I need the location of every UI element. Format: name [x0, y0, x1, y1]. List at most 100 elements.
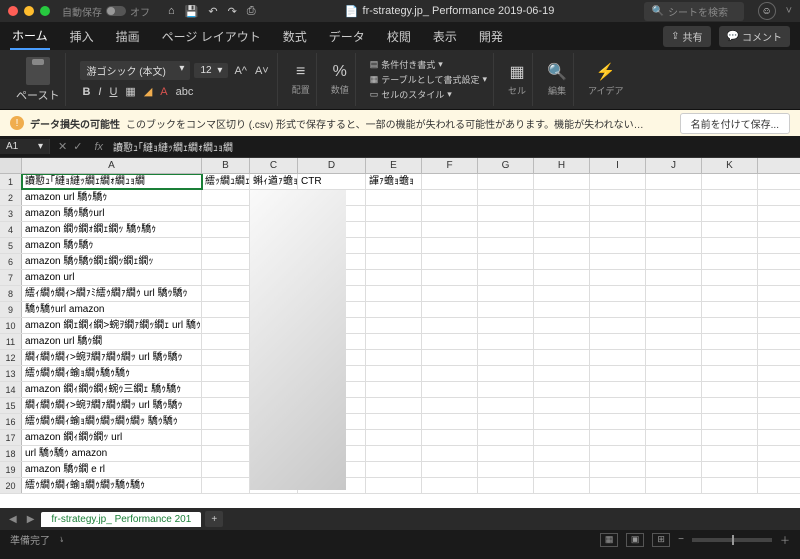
cell[interactable] [202, 382, 250, 397]
cell[interactable]: 繝ｨ繝ｩ繝ｨ>蜿ｦ繝ｧ繝ｩ繝ｯ url 驕ｩ驕ｩ [22, 350, 202, 365]
row-header[interactable]: 18 [0, 446, 22, 461]
undo-icon[interactable]: ↶ [208, 5, 217, 18]
cell[interactable] [250, 222, 298, 237]
tab-review[interactable]: 校閲 [385, 24, 413, 49]
cell[interactable] [366, 414, 422, 429]
table-row[interactable]: 5amazon 驕ｩ驕ｩ [0, 238, 800, 254]
cell-styles-button[interactable]: ▭セルのスタイル▾ [370, 88, 487, 101]
cell[interactable]: amazon 驕ｩ驕ｩ [22, 238, 202, 253]
cell[interactable] [202, 478, 250, 493]
cell[interactable] [250, 478, 298, 493]
cell[interactable] [366, 446, 422, 461]
cell[interactable] [202, 302, 250, 317]
table-row[interactable]: 18url 驕ｩ驕ｩ amazon [0, 446, 800, 462]
cell[interactable]: amazon 繝ｨ繝ｩ繝ｨ蜿ｩ三繝ｪ 驕ｩ驕ｩ [22, 382, 202, 397]
home-icon[interactable]: ⌂ [168, 5, 175, 18]
row-header[interactable]: 4 [0, 222, 22, 237]
cell[interactable] [250, 270, 298, 285]
row-header[interactable]: 17 [0, 430, 22, 445]
row-header[interactable]: 16 [0, 414, 22, 429]
cell[interactable] [202, 398, 250, 413]
cell[interactable] [202, 334, 250, 349]
table-row[interactable]: 2amazon url 驕ｩ驕ｩ [0, 190, 800, 206]
cell[interactable]: CTR [298, 174, 366, 189]
cell[interactable] [298, 254, 366, 269]
row-header[interactable]: 3 [0, 206, 22, 221]
cell[interactable] [250, 382, 298, 397]
col-header[interactable]: E [366, 158, 422, 173]
cell[interactable] [250, 318, 298, 333]
row-header[interactable]: 13 [0, 366, 22, 381]
cell[interactable] [366, 222, 422, 237]
cell[interactable]: 繧ｩ繝ｩ繝ｨ蝓ｮ繝ｩ驕ｩ驕ｩ [22, 366, 202, 381]
table-row[interactable]: 4amazon 繝ｩ繝ｫ繝ｪ繝ｯ 驕ｩ驕ｩ [0, 222, 800, 238]
cell[interactable] [298, 430, 366, 445]
cell[interactable] [250, 254, 298, 269]
formula-input[interactable]: 讀懃ｭ｢縺ｮ縺ｯ繝ｪ繝ｫ繝ｭｮ繝 [107, 137, 800, 156]
table-row[interactable]: 6amazon 驕ｩ驕ｩ繝ｪ繝ｯ繝ｪ繝ｯ [0, 254, 800, 270]
cell[interactable]: amazon url [22, 270, 202, 285]
cell[interactable] [366, 302, 422, 317]
row-header[interactable]: 11 [0, 334, 22, 349]
page-layout-button[interactable]: ▣ [626, 533, 644, 547]
cell[interactable]: amazon 繝ｨ繝ｩ繝ｯ url [22, 430, 202, 445]
fill-color-button[interactable]: ◢ [142, 85, 154, 98]
italic-button[interactable]: I [96, 86, 103, 98]
save-as-button[interactable]: 名前を付けて保存... [680, 113, 790, 134]
cell[interactable] [250, 286, 298, 301]
cell[interactable] [202, 366, 250, 381]
cell[interactable] [250, 414, 298, 429]
bold-button[interactable]: B [80, 86, 92, 98]
table-row[interactable]: 13繧ｩ繝ｩ繝ｨ蝓ｮ繝ｩ驕ｩ驕ｩ [0, 366, 800, 382]
search-input[interactable]: 🔍 シートを検索 [644, 2, 744, 21]
cell[interactable]: amazon 驕ｩ驕ｩ繝ｪ繝ｯ繝ｪ繝ｯ [22, 254, 202, 269]
cell[interactable] [366, 382, 422, 397]
table-row[interactable]: 11amazon url 驕ｩ繝 [0, 334, 800, 350]
cell[interactable]: amazon 驕ｩ驕ｩurl [22, 206, 202, 221]
cell[interactable]: 繝ｨ繝ｩ繝ｨ>蜿ｦ繝ｧ繝ｩ繝ｯ url 驕ｩ驕ｩ [22, 398, 202, 413]
redo-icon[interactable]: ↷ [228, 5, 237, 18]
font-select[interactable]: 游ゴシック (本文)▾ [80, 61, 190, 80]
cell[interactable]: 諢ｧ蟾ｮ蟾ｮ [366, 174, 422, 189]
col-header[interactable]: H [534, 158, 590, 173]
share-button[interactable]: ⇪ 共有 [663, 26, 710, 47]
size-select[interactable]: 12▾ [194, 63, 228, 78]
row-header[interactable]: 2 [0, 190, 22, 205]
font-color-button[interactable]: A [158, 86, 169, 98]
cell[interactable] [366, 350, 422, 365]
cell[interactable] [250, 430, 298, 445]
tab-home[interactable]: ホーム [10, 23, 50, 50]
cell[interactable] [250, 206, 298, 221]
cell[interactable] [298, 270, 366, 285]
row-header[interactable]: 15 [0, 398, 22, 413]
cell[interactable] [298, 206, 366, 221]
cell[interactable] [298, 286, 366, 301]
cancel-formula-icon[interactable]: ✕ [58, 140, 67, 153]
minimize-icon[interactable] [24, 6, 34, 16]
row-header[interactable]: 7 [0, 270, 22, 285]
col-header[interactable]: I [590, 158, 646, 173]
tab-view[interactable]: 表示 [431, 24, 459, 49]
sheet-tab[interactable]: fr-strategy.jp_ Performance 201 [41, 512, 201, 527]
cell[interactable]: 繧ｯ繝ｭ繝ｪ縺ｸ隱 [202, 174, 250, 189]
cell[interactable] [366, 238, 422, 253]
row-header[interactable]: 5 [0, 238, 22, 253]
tab-dev[interactable]: 開発 [477, 24, 505, 49]
cell[interactable] [366, 398, 422, 413]
cell[interactable] [202, 190, 250, 205]
grow-font-icon[interactable]: A^ [232, 65, 249, 77]
row-header[interactable]: 12 [0, 350, 22, 365]
table-row[interactable]: 1讀懃ｭ｢縺ｮ縺ｯ繝ｪ繝ｫ繝ｭｮ繝繧ｯ繝ｭ繝ｪ縺ｸ隱蝌ｨ遒ｧ蟾ｮ繝CTR諢ｧ蟾ｮ… [0, 174, 800, 190]
print-icon[interactable]: ⎙ [247, 5, 256, 18]
cell[interactable] [298, 302, 366, 317]
fx-icon[interactable]: fx [90, 141, 107, 153]
ideas-button[interactable]: ⚡アイデア [588, 62, 624, 97]
row-header[interactable]: 9 [0, 302, 22, 317]
cell[interactable] [298, 366, 366, 381]
cell[interactable] [366, 318, 422, 333]
tab-formulas[interactable]: 数式 [281, 24, 309, 49]
table-row[interactable]: 15繝ｨ繝ｩ繝ｨ>蜿ｦ繝ｧ繝ｩ繝ｯ url 驕ｩ驕ｩ [0, 398, 800, 414]
table-row[interactable]: 16繧ｩ繝ｩ繝ｨ蝓ｮ繝ｩ繝ｯ繝ｩ繝ｯ 驕ｩ驕ｩ [0, 414, 800, 430]
underline-button[interactable]: U [107, 86, 119, 98]
cell[interactable] [298, 238, 366, 253]
